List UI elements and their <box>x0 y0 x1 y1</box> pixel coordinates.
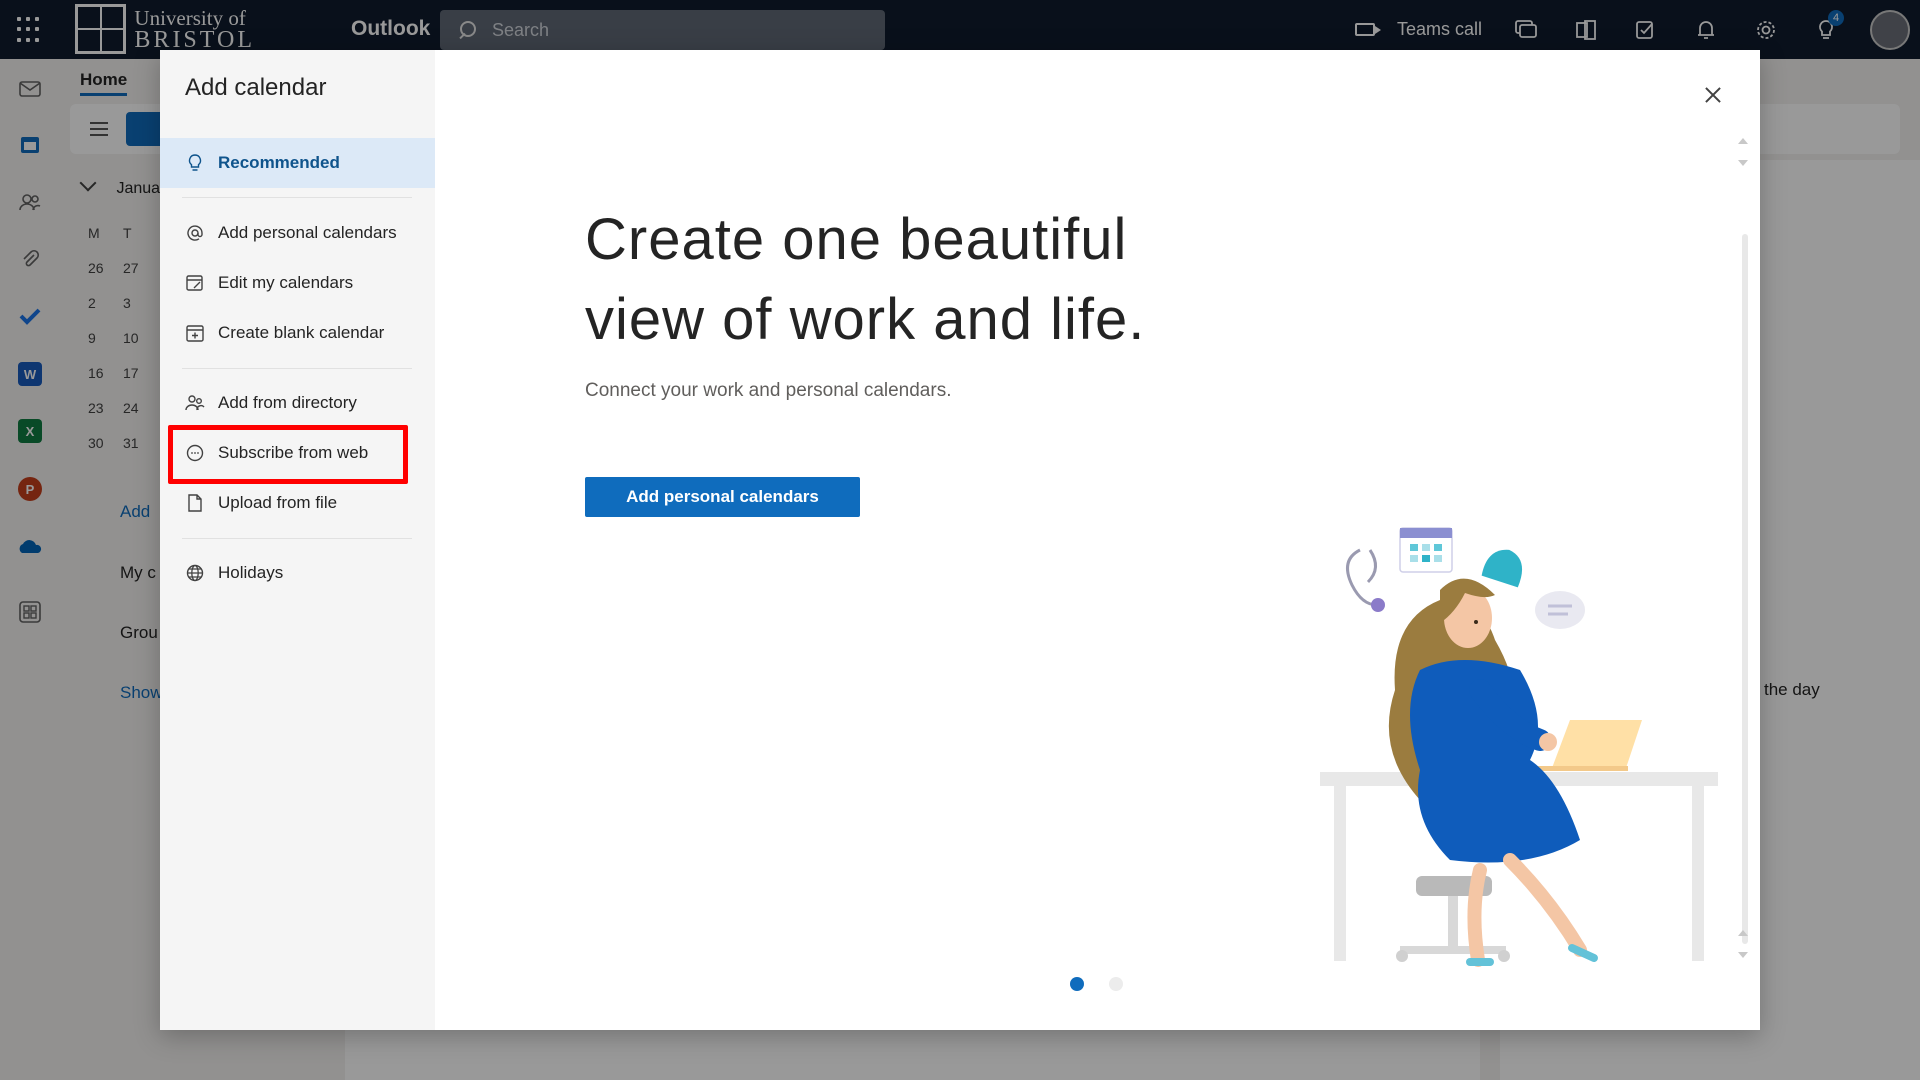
sidebar-item-label: Upload from file <box>218 493 338 512</box>
carousel-dot-1[interactable] <box>1070 977 1084 991</box>
scroll-down-icon[interactable] <box>1738 160 1748 166</box>
sidebar-item-edit-my-calendars[interactable]: Edit my calendars <box>160 258 435 308</box>
scroll-down-icon[interactable] <box>1738 952 1748 958</box>
scroll-up-icon[interactable] <box>1738 930 1748 936</box>
edit-calendar-icon <box>185 273 205 293</box>
divider <box>182 368 412 369</box>
speech-bubble-icon <box>1535 591 1585 629</box>
divider <box>182 197 412 198</box>
people-icon <box>185 393 205 413</box>
scroll-up-icon[interactable] <box>1738 138 1748 144</box>
headline-line-2: view of work and life. <box>585 287 1146 352</box>
calendar-illustration-icon <box>1399 527 1453 573</box>
subheading: Connect your work and personal calendars… <box>585 380 952 401</box>
highlight-box <box>168 425 408 484</box>
sidebar-item-label: Add from directory <box>218 393 357 412</box>
close-icon[interactable] <box>1698 80 1728 110</box>
sidebar-item-label: Create blank calendar <box>218 323 385 342</box>
sidebar-item-create-blank-calendar[interactable]: Create blank calendar <box>160 308 435 358</box>
sidebar-item-upload-from-file[interactable]: Upload from file <box>160 478 435 528</box>
globe-icon <box>185 563 205 583</box>
sidebar-item-add-from-directory[interactable]: Add from directory <box>160 378 435 428</box>
sidebar-item-holidays[interactable]: Holidays <box>160 548 435 598</box>
sidebar-item-label: Edit my calendars <box>218 273 354 292</box>
scrollbar-thumb[interactable] <box>1742 234 1748 944</box>
dialog-sidebar: Add calendar Recommended Add personal ca… <box>160 50 435 1030</box>
headline: Create one beautiful view of work and li… <box>585 200 1185 360</box>
sidebar-item-label: Add personal calendars <box>218 223 397 242</box>
dialog-title: Add calendar <box>185 74 327 101</box>
sidebar-item-label: Holidays <box>218 563 284 582</box>
file-icon <box>185 493 205 513</box>
carousel-dots <box>1070 977 1123 991</box>
woman-at-desk-illustration <box>1320 527 1718 967</box>
sidebar-item-recommended[interactable]: Recommended <box>160 138 435 188</box>
add-calendar-dialog: Add calendar Recommended Add personal ca… <box>160 50 1760 1030</box>
headline-line-1: Create one beautiful <box>585 207 1128 272</box>
divider <box>182 538 412 539</box>
sidebar-item-add-personal-calendars[interactable]: Add personal calendars <box>160 208 435 258</box>
sidebar-item-label: Recommended <box>218 153 340 172</box>
add-personal-calendars-button[interactable]: Add personal calendars <box>585 477 860 517</box>
carousel-dot-2[interactable] <box>1109 977 1123 991</box>
at-sign-icon <box>185 223 205 243</box>
add-calendar-icon <box>185 323 205 343</box>
lightbulb-icon <box>185 153 205 173</box>
bell-illustration-icon <box>1481 549 1523 588</box>
